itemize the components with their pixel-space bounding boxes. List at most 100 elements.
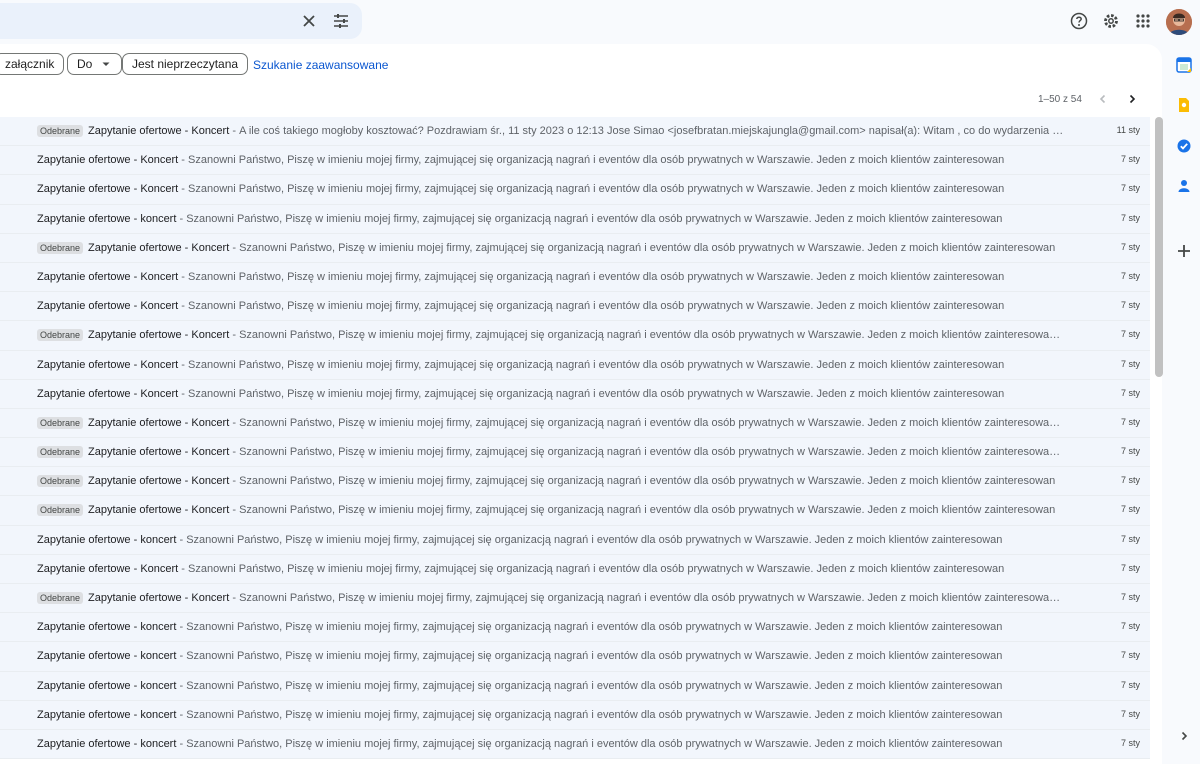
subject-separator: - bbox=[176, 212, 187, 225]
scrollbar-thumb[interactable] bbox=[1155, 117, 1163, 377]
email-date: 7 sty bbox=[1120, 387, 1140, 398]
email-row-content: Zapytanie ofertowe - Koncert - Szanowni … bbox=[37, 175, 1065, 203]
label-badge[interactable]: Odebrane bbox=[37, 241, 84, 254]
chevron-right-icon[interactable] bbox=[1120, 87, 1144, 111]
email-date: 7 sty bbox=[1120, 737, 1140, 748]
search-box[interactable] bbox=[0, 3, 362, 39]
email-snippet: Szanowni Państwo, Piszę w imieniu mojej … bbox=[188, 300, 1005, 313]
email-row[interactable]: Zapytanie ofertowe - koncert - Szanowni … bbox=[0, 671, 1150, 701]
email-row[interactable]: Zapytanie ofertowe - koncert - Szanowni … bbox=[0, 729, 1150, 760]
email-row[interactable]: Zapytanie ofertowe - Koncert - Szanowni … bbox=[0, 350, 1150, 380]
email-row-content: Zapytanie ofertowe - koncert - Szanowni … bbox=[37, 526, 1065, 554]
chevron-right-icon[interactable] bbox=[1174, 726, 1194, 746]
email-row-content: Odebrane Zapytanie ofertowe - Koncert - S… bbox=[37, 496, 1065, 524]
gear-icon[interactable] bbox=[1099, 9, 1123, 33]
calendar-icon[interactable] bbox=[1174, 55, 1194, 75]
email-row[interactable]: Odebrane Zapytanie ofertowe - Koncert - S… bbox=[0, 438, 1150, 468]
email-row[interactable]: Zapytanie ofertowe - Koncert - Szanowni … bbox=[0, 262, 1150, 293]
label-badge[interactable]: Odebrane bbox=[37, 592, 84, 604]
subject-separator: - bbox=[178, 562, 189, 575]
search-input[interactable] bbox=[8, 9, 292, 35]
chevron-down-icon bbox=[102, 62, 110, 66]
label-badge[interactable]: Odebrane bbox=[37, 446, 84, 459]
email-subject: Zapytanie ofertowe - Koncert bbox=[88, 416, 230, 429]
email-subject: Zapytanie ofertowe - Koncert bbox=[88, 504, 230, 517]
email-row[interactable]: Odebrane Zapytanie ofertowe - Koncert - S… bbox=[0, 496, 1150, 526]
subject-separator: - bbox=[178, 300, 189, 313]
email-date: 7 sty bbox=[1120, 154, 1140, 165]
advanced-search-link[interactable]: Szukanie zaawansowane bbox=[253, 58, 388, 72]
subject-separator: - bbox=[229, 329, 240, 342]
filter-chip-attachment[interactable]: załącznik bbox=[0, 53, 65, 75]
subject-separator: - bbox=[178, 387, 189, 400]
avatar[interactable] bbox=[1166, 9, 1192, 35]
email-date: 7 sty bbox=[1120, 416, 1140, 427]
subject-separator: - bbox=[176, 621, 187, 634]
email-row[interactable]: Odebrane Zapytanie ofertowe - Koncert - S… bbox=[0, 467, 1150, 497]
email-snippet: Szanowni Państwo, Piszę w imieniu mojej … bbox=[186, 621, 1003, 634]
filter-chip-to[interactable]: Do bbox=[67, 53, 123, 75]
email-snippet: Szanowni Państwo, Piszę w imieniu mojej … bbox=[186, 708, 1003, 721]
email-row[interactable]: Zapytanie ofertowe - koncert - Szanowni … bbox=[0, 613, 1150, 643]
email-snippet: Szanowni Państwo, Piszę w imieniu mojej … bbox=[188, 358, 1005, 371]
email-row[interactable]: Zapytanie ofertowe - Koncert - Szanowni … bbox=[0, 292, 1150, 322]
filter-chip-unread[interactable]: Jest nieprzeczytana bbox=[122, 53, 249, 75]
email-subject: Zapytanie ofertowe - Koncert bbox=[88, 446, 230, 459]
email-subject: Zapytanie ofertowe - Koncert bbox=[88, 125, 230, 137]
keep-icon[interactable] bbox=[1174, 95, 1194, 115]
email-row[interactable]: Odebrane Zapytanie ofertowe - Koncert - S… bbox=[0, 233, 1150, 263]
label-badge[interactable]: Odebrane bbox=[37, 329, 84, 342]
email-row-content: Zapytanie ofertowe - Koncert - Szanowni … bbox=[37, 351, 1065, 379]
email-snippet: Szanowni Państwo, Piszę w imieniu mojej … bbox=[186, 679, 1003, 692]
email-row[interactable]: Odebrane Zapytanie ofertowe - Koncert - A… bbox=[0, 117, 1150, 147]
help-icon[interactable] bbox=[1067, 9, 1091, 33]
email-subject: Zapytanie ofertowe - Koncert bbox=[37, 387, 179, 400]
email-date: 7 sty bbox=[1120, 504, 1140, 515]
email-date: 7 sty bbox=[1120, 621, 1140, 632]
contacts-icon[interactable] bbox=[1174, 176, 1194, 196]
email-row[interactable]: Zapytanie ofertowe - koncert - Szanowni … bbox=[0, 525, 1150, 555]
label-badge[interactable]: Odebrane bbox=[37, 416, 84, 429]
email-row[interactable]: Zapytanie ofertowe - Koncert - Szanowni … bbox=[0, 146, 1150, 176]
email-date: 7 sty bbox=[1120, 475, 1140, 486]
email-date: 7 sty bbox=[1120, 533, 1140, 544]
email-snippet: Szanowni Państwo, Piszę w imieniu mojej … bbox=[188, 183, 1005, 196]
subject-separator: - bbox=[178, 358, 189, 371]
email-date: 7 sty bbox=[1120, 241, 1140, 252]
close-icon[interactable] bbox=[297, 9, 321, 33]
subject-separator: - bbox=[178, 270, 189, 283]
email-row-content: Zapytanie ofertowe - koncert - Szanowni … bbox=[37, 672, 1065, 700]
email-row-content: Zapytanie ofertowe - Koncert - Szanowni … bbox=[37, 146, 1065, 174]
tasks-icon[interactable] bbox=[1174, 136, 1194, 156]
apps-grid-icon[interactable] bbox=[1131, 9, 1155, 33]
email-date: 7 sty bbox=[1120, 329, 1140, 340]
email-row-content: Odebrane Zapytanie ofertowe - Koncert - S… bbox=[37, 409, 1065, 437]
email-row[interactable]: Zapytanie ofertowe - koncert - Szanowni … bbox=[0, 700, 1150, 730]
email-row[interactable]: Zapytanie ofertowe - Koncert - Szanowni … bbox=[0, 175, 1150, 205]
email-row-content: Zapytanie ofertowe - koncert - Szanowni … bbox=[37, 205, 1065, 233]
pagination-range: 1–50 z 54 bbox=[1038, 94, 1082, 105]
top-bar bbox=[0, 0, 1200, 44]
email-row[interactable]: Zapytanie ofertowe - Koncert - Szanowni … bbox=[0, 379, 1150, 409]
label-badge[interactable]: Odebrane bbox=[37, 475, 84, 488]
email-row[interactable]: Zapytanie ofertowe - koncert - Szanowni … bbox=[0, 204, 1150, 234]
email-row[interactable]: Zapytanie ofertowe - Koncert - Szanowni … bbox=[0, 554, 1150, 584]
label-badge[interactable]: Odebrane bbox=[37, 504, 84, 517]
email-row[interactable]: Odebrane Zapytanie ofertowe - Koncert - S… bbox=[0, 584, 1150, 614]
email-subject: Zapytanie ofertowe - Koncert bbox=[37, 183, 179, 196]
chevron-left-icon[interactable] bbox=[1091, 87, 1115, 111]
email-date: 11 sty bbox=[1116, 125, 1140, 135]
email-snippet: Szanowni Państwo, Piszę w imieniu mojej … bbox=[239, 592, 1065, 604]
email-subject: Zapytanie ofertowe - Koncert bbox=[37, 270, 179, 283]
subject-separator: - bbox=[229, 241, 240, 254]
email-row[interactable]: Odebrane Zapytanie ofertowe - Koncert - S… bbox=[0, 408, 1150, 439]
label-badge[interactable]: Odebrane bbox=[37, 125, 84, 137]
email-row[interactable]: Odebrane Zapytanie ofertowe - Koncert - S… bbox=[0, 321, 1150, 351]
email-subject: Zapytanie ofertowe - Koncert bbox=[88, 475, 230, 488]
plus-icon[interactable] bbox=[1174, 241, 1194, 261]
email-subject: Zapytanie ofertowe - Koncert bbox=[88, 329, 230, 342]
subject-separator: - bbox=[176, 737, 187, 750]
email-row[interactable]: Zapytanie ofertowe - koncert - Szanowni … bbox=[0, 642, 1150, 672]
tune-icon[interactable] bbox=[329, 9, 353, 33]
email-snippet: Szanowni Państwo, Piszę w imieniu mojej … bbox=[186, 212, 1003, 225]
